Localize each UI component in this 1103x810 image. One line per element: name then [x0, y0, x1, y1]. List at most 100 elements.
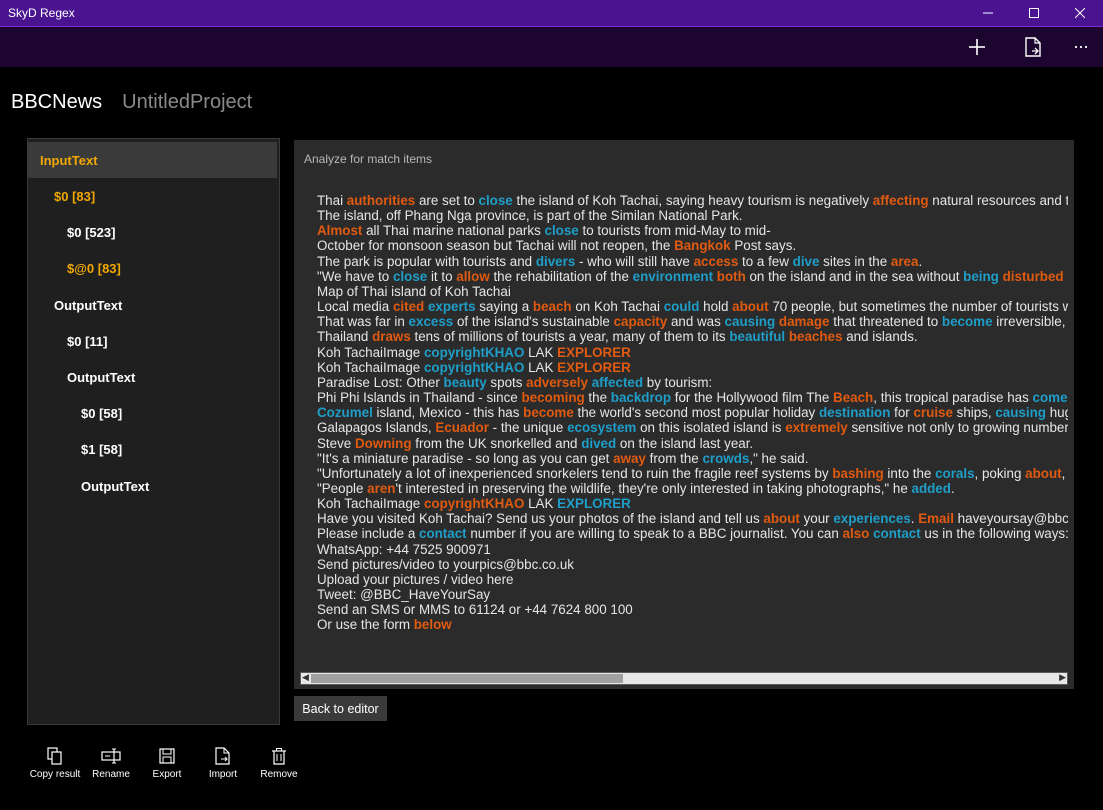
match-highlight: copyrightKHAO — [423, 496, 525, 512]
horizontal-scrollbar[interactable]: ◀ ▶ — [300, 672, 1068, 685]
tree-item-label: OutputText — [81, 478, 150, 494]
text-segment: - who will still have — [575, 253, 694, 269]
scroll-right-icon[interactable]: ▶ — [1059, 672, 1066, 683]
match-highlight: close — [478, 193, 513, 208]
match-highlight: come — [1032, 390, 1068, 406]
match-highlight: Beach — [833, 390, 874, 406]
tree-item-label: $0 [58] — [81, 405, 123, 421]
match-highlight: corals — [935, 465, 975, 481]
text-segment: the world's second most popular holiday — [573, 405, 819, 421]
match-highlight: about — [1025, 465, 1062, 481]
text-segment: on this isolated island is — [636, 420, 786, 436]
more-button[interactable] — [1057, 27, 1103, 67]
text-line: Koh TachaiImage copyrightKHAO LAK EXPLOR… — [317, 496, 1068, 511]
remove-label: Remove — [260, 769, 298, 780]
tree-item-outputtext[interactable]: OutputText — [28, 359, 135, 395]
tree-item-inputtext[interactable]: InputText — [28, 142, 277, 178]
match-highlight: close — [544, 223, 579, 239]
rename-label: Rename — [92, 769, 130, 780]
match-highlight: access — [693, 253, 739, 269]
minimize-button[interactable] — [965, 0, 1011, 26]
text-segment: tens of millions of tourists a year, man… — [410, 329, 730, 345]
tree-item-group[interactable]: $0 [83] — [28, 178, 95, 214]
match-highlight: added — [911, 480, 951, 496]
tree-item-group[interactable]: $@0 [83] — [28, 250, 121, 286]
tree-item-outputtext[interactable]: OutputText — [28, 468, 149, 504]
text-line: "It's a miniature paradise - so long as … — [317, 451, 1068, 466]
match-highlight: causing — [724, 314, 776, 330]
tree-item-group[interactable]: $0 [523] — [28, 214, 115, 250]
match-highlight: about — [732, 299, 769, 315]
import-file-button[interactable] — [1009, 27, 1057, 67]
export-button[interactable]: Export — [137, 745, 197, 785]
match-highlight: affected — [591, 374, 644, 390]
text-segment: spots — [486, 374, 527, 390]
text-line: Phi Phi Islands in Thailand - since beco… — [317, 390, 1068, 405]
export-label: Export — [152, 769, 182, 780]
match-highlight: being — [963, 268, 999, 284]
match-highlight: EXPLORER — [557, 496, 631, 512]
text-segment: that threatened to — [829, 314, 942, 330]
match-highlight: Bangkok — [674, 238, 731, 254]
text-segment: WhatsApp: +44 7525 900971 — [317, 541, 491, 557]
text-segment: LAK — [524, 344, 558, 360]
text-line: Map of Thai island of Koh Tachai — [317, 284, 1068, 299]
text-line: Cozumel island, Mexico - this has become… — [317, 405, 1068, 420]
rename-button[interactable]: Rename — [81, 745, 141, 785]
tree-item-outputtext[interactable]: OutputText — [28, 287, 122, 323]
text-segment: Please include a — [317, 526, 419, 542]
match-highlight: become — [941, 314, 993, 330]
analyzed-text[interactable]: Thai authorities are set to close the is… — [317, 193, 1068, 673]
text-line: "People aren't interested in preserving … — [317, 481, 1068, 496]
match-highlight: Almost — [317, 223, 363, 239]
match-highlight: causing — [995, 405, 1046, 421]
match-highlight: cruise — [913, 405, 953, 421]
text-segment: 70 people, but sometimes the number of t… — [768, 299, 1068, 315]
scroll-left-icon[interactable]: ◀ — [302, 672, 309, 683]
text-segment: Or use the form — [317, 617, 414, 633]
import-button[interactable]: Import — [193, 745, 253, 785]
match-highlight: becoming — [521, 390, 585, 406]
tree-item-group[interactable]: $1 [58] — [28, 431, 122, 467]
match-highlight: Downing — [354, 435, 412, 451]
text-line: Send pictures/video to yourpics@bbc.co.u… — [317, 557, 1068, 572]
project-tab-bbcnews[interactable]: BBCNews — [11, 91, 102, 114]
tree-item-group[interactable]: $0 [11] — [28, 323, 107, 359]
text-segment: the — [584, 390, 611, 406]
text-segment: Send pictures/video to yourpics@bbc.co.u… — [317, 556, 574, 572]
text-segment: , try — [1061, 465, 1066, 481]
text-line: Almost all Thai marine national parks cl… — [317, 223, 1068, 238]
copy-result-label: Copy result — [29, 769, 81, 780]
match-highlight: adversely — [526, 374, 588, 390]
text-segment: irreversible, re — [996, 314, 1066, 330]
add-icon — [969, 39, 985, 55]
add-button[interactable] — [953, 27, 1001, 67]
project-tab-untitled[interactable]: UntitledProject — [122, 91, 252, 114]
text-segment: , poking — [974, 465, 1026, 481]
text-segment: for — [890, 405, 914, 421]
copy-result-button[interactable]: Copy result — [25, 745, 85, 785]
match-highlight: experiences — [833, 511, 911, 527]
match-highlight: damage — [778, 314, 830, 330]
text-segment: island, Mexico - this has — [372, 405, 524, 421]
scrollbar-thumb[interactable] — [311, 674, 623, 683]
file-import-icon — [1025, 37, 1041, 57]
maximize-button[interactable] — [1011, 0, 1057, 26]
more-icon — [1074, 45, 1088, 49]
tree-item-group[interactable]: $0 [58] — [28, 395, 122, 431]
text-line: Thailand draws tens of millions of touri… — [317, 329, 1068, 344]
text-segment: Thai — [317, 193, 347, 208]
remove-button[interactable]: Remove — [249, 745, 309, 785]
match-highlight: beach — [532, 299, 572, 315]
text-segment: Have you visited Koh Tachai? Send us you… — [317, 511, 764, 527]
text-segment: . — [950, 480, 955, 496]
text-segment: us in the following ways: — [920, 526, 1068, 542]
text-segment: ," he said. — [749, 450, 809, 466]
back-to-editor-button[interactable]: Back to editor — [294, 696, 387, 721]
match-highlight: beautiful — [729, 329, 786, 345]
project-tabs: BBCNews UntitledProject — [11, 91, 252, 114]
close-button[interactable] — [1057, 0, 1103, 26]
text-segment: - the unique — [488, 420, 568, 436]
text-segment: hold — [699, 299, 733, 315]
text-line: "We have to close it to allow the rehabi… — [317, 269, 1068, 284]
